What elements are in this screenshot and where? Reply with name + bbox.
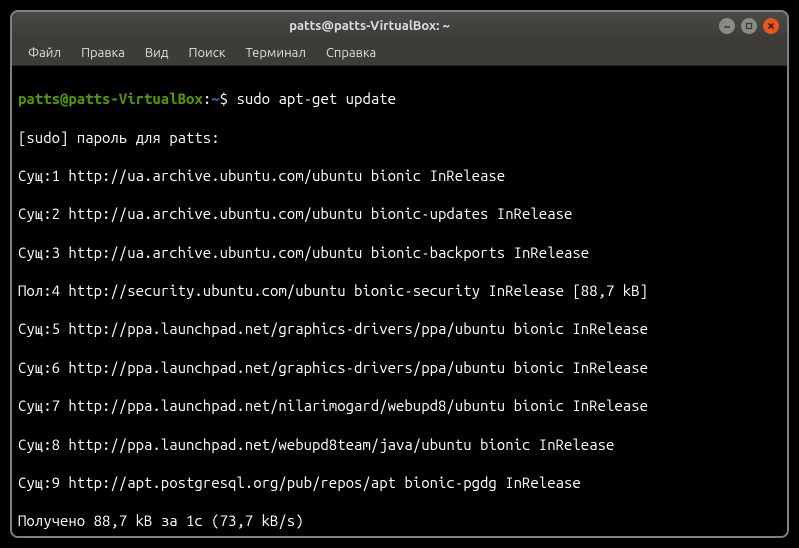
terminal-area[interactable]: patts@patts-VirtualBox:~$ sudo apt-get u…	[12, 66, 787, 536]
output-line: Сущ:7 http://ppa.launchpad.net/nilarimog…	[18, 396, 781, 415]
window-title: patts@patts-VirtualBox: ~	[20, 19, 719, 33]
output-line: Сущ:6 http://ppa.launchpad.net/graphics-…	[18, 358, 781, 377]
maximize-button[interactable]	[741, 18, 757, 34]
output-line: Сущ:3 http://ua.archive.ubuntu.com/ubunt…	[18, 243, 781, 262]
prompt-path: ~	[211, 90, 219, 107]
window-controls	[719, 18, 779, 34]
output-line: Пол:4 http://security.ubuntu.com/ubuntu …	[18, 281, 781, 300]
terminal-window: patts@patts-VirtualBox: ~ Файл Правка Ви…	[10, 10, 789, 538]
prompt-symbol: $	[220, 90, 228, 107]
output-line: Сущ:5 http://ppa.launchpad.net/graphics-…	[18, 319, 781, 338]
close-button[interactable]	[763, 18, 779, 34]
output-line: Сущ:1 http://ua.archive.ubuntu.com/ubunt…	[18, 166, 781, 185]
output-line: Сущ:2 http://ua.archive.ubuntu.com/ubunt…	[18, 204, 781, 223]
menu-terminal[interactable]: Терминал	[237, 44, 313, 62]
menu-search[interactable]: Поиск	[180, 44, 233, 62]
output-line: Получено 88,7 kB за 1с (73,7 kB/s)	[18, 511, 781, 530]
menu-edit[interactable]: Правка	[73, 44, 133, 62]
command-1: sudo apt-get update	[236, 90, 396, 107]
output-line: Сущ:9 http://apt.postgresql.org/pub/repo…	[18, 473, 781, 492]
prompt-user: patts@patts-VirtualBox	[18, 90, 203, 107]
titlebar: patts@patts-VirtualBox: ~	[12, 12, 787, 40]
menu-help[interactable]: Справка	[318, 44, 384, 62]
output-line: Сущ:8 http://ppa.launchpad.net/webupd8te…	[18, 435, 781, 454]
menubar: Файл Правка Вид Поиск Терминал Справка	[12, 40, 787, 66]
minimize-button[interactable]	[719, 18, 735, 34]
menu-file[interactable]: Файл	[20, 44, 69, 62]
prompt-sep: :	[203, 90, 211, 107]
output-line: [sudo] пароль для patts:	[18, 128, 781, 147]
menu-view[interactable]: Вид	[137, 44, 177, 62]
